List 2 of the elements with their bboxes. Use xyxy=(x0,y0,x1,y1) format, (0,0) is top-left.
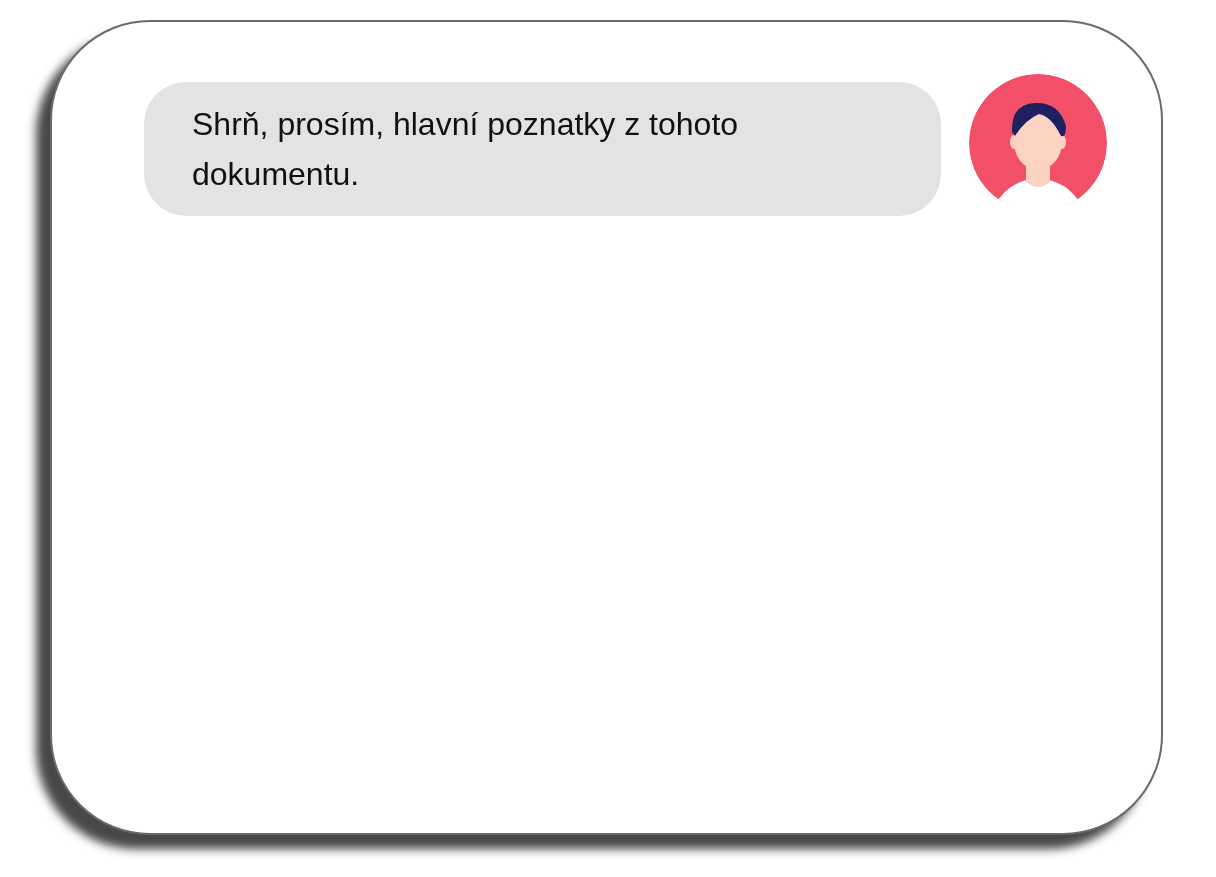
message-bubble: Shrň, prosím, hlavní poznatky z tohoto dokumentu. xyxy=(144,82,941,216)
person-avatar-icon xyxy=(969,74,1107,206)
